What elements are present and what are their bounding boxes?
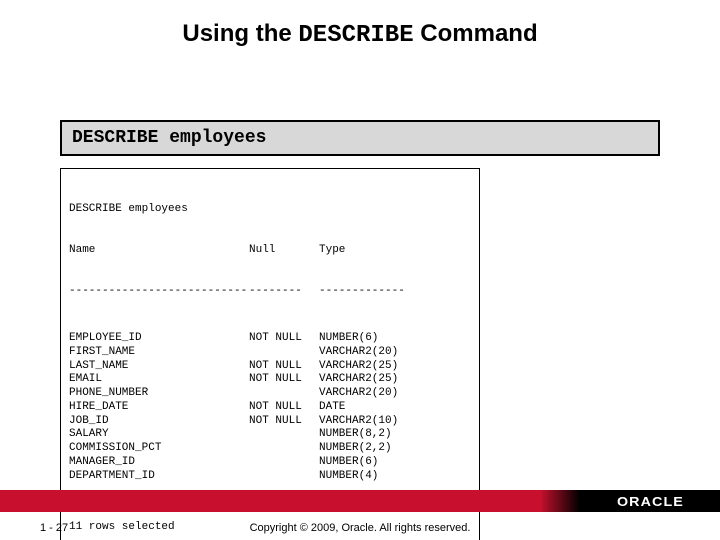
footer-black-segment: ORACLE <box>580 490 720 512</box>
table-row: EMPLOYEE_IDNOT NULLNUMBER(6) <box>69 332 471 346</box>
cell-null: NOT NULL <box>249 373 319 387</box>
cell-null: NOT NULL <box>249 360 319 374</box>
cell-name: SALARY <box>69 428 249 442</box>
cell-type: VARCHAR2(20) <box>319 387 398 401</box>
cell-null: NOT NULL <box>249 332 319 346</box>
output-echo: DESCRIBE employees <box>69 203 471 217</box>
col-header-name: Name <box>69 244 249 258</box>
output-box: DESCRIBE employees NameNullType --------… <box>60 168 480 540</box>
cell-name: LAST_NAME <box>69 360 249 374</box>
title-command: DESCRIBE <box>298 22 413 49</box>
title-suffix: Command <box>414 20 538 47</box>
cell-type: DATE <box>319 401 345 415</box>
cell-name: DEPARTMENT_ID <box>69 470 249 484</box>
output-dash-row: ----------------------------------------… <box>69 285 471 305</box>
table-row: JOB_IDNOT NULLVARCHAR2(10) <box>69 415 471 429</box>
col-header-null: Null <box>249 244 319 258</box>
table-row: COMMISSION_PCT NUMBER(2,2) <box>69 442 471 456</box>
output-rows: EMPLOYEE_IDNOT NULLNUMBER(6)FIRST_NAMEVA… <box>69 332 471 483</box>
table-row: PHONE_NUMBER VARCHAR2(20) <box>69 387 471 401</box>
cell-type: VARCHAR2(20) <box>319 346 398 360</box>
oracle-logo: ORACLE <box>617 494 684 509</box>
table-row: DEPARTMENT_ID NUMBER(4) <box>69 470 471 484</box>
cell-name: JOB_ID <box>69 415 249 429</box>
table-row: LAST_NAMENOT NULLVARCHAR2(25) <box>69 360 471 374</box>
footer-fade-segment <box>540 490 580 512</box>
cell-type: VARCHAR2(25) <box>319 360 398 374</box>
cell-null: NOT NULL <box>249 415 319 429</box>
footer-bar: ORACLE <box>0 490 720 512</box>
cell-name: EMPLOYEE_ID <box>69 332 249 346</box>
command-text: DESCRIBE employees <box>72 128 266 148</box>
title-prefix: Using the <box>182 20 298 47</box>
footer-red-segment <box>0 490 540 512</box>
cell-type: VARCHAR2(10) <box>319 415 398 429</box>
table-row: FIRST_NAME VARCHAR2(20) <box>69 346 471 360</box>
table-row: SALARY NUMBER(8,2) <box>69 428 471 442</box>
command-box: DESCRIBE employees <box>60 120 660 156</box>
table-row: EMAILNOT NULLVARCHAR2(25) <box>69 373 471 387</box>
cell-type: NUMBER(8,2) <box>319 428 392 442</box>
col-header-type: Type <box>319 244 345 258</box>
copyright-text: Copyright © 2009, Oracle. All rights res… <box>0 522 720 534</box>
cell-name: FIRST_NAME <box>69 346 249 360</box>
cell-name: EMAIL <box>69 373 249 387</box>
cell-type: NUMBER(4) <box>319 470 378 484</box>
cell-name: COMMISSION_PCT <box>69 442 249 456</box>
cell-null: NOT NULL <box>249 401 319 415</box>
slide-title: Using the DESCRIBE Command <box>0 20 720 49</box>
slide: Using the DESCRIBE Command DESCRIBE empl… <box>0 0 720 540</box>
cell-name: MANAGER_ID <box>69 456 249 470</box>
cell-type: NUMBER(2,2) <box>319 442 392 456</box>
cell-name: PHONE_NUMBER <box>69 387 249 401</box>
table-row: MANAGER_ID NUMBER(6) <box>69 456 471 470</box>
output-header-row: NameNullType <box>69 244 471 258</box>
table-row: HIRE_DATENOT NULLDATE <box>69 401 471 415</box>
cell-name: HIRE_DATE <box>69 401 249 415</box>
cell-type: VARCHAR2(25) <box>319 373 398 387</box>
cell-type: NUMBER(6) <box>319 456 378 470</box>
cell-type: NUMBER(6) <box>319 332 378 346</box>
